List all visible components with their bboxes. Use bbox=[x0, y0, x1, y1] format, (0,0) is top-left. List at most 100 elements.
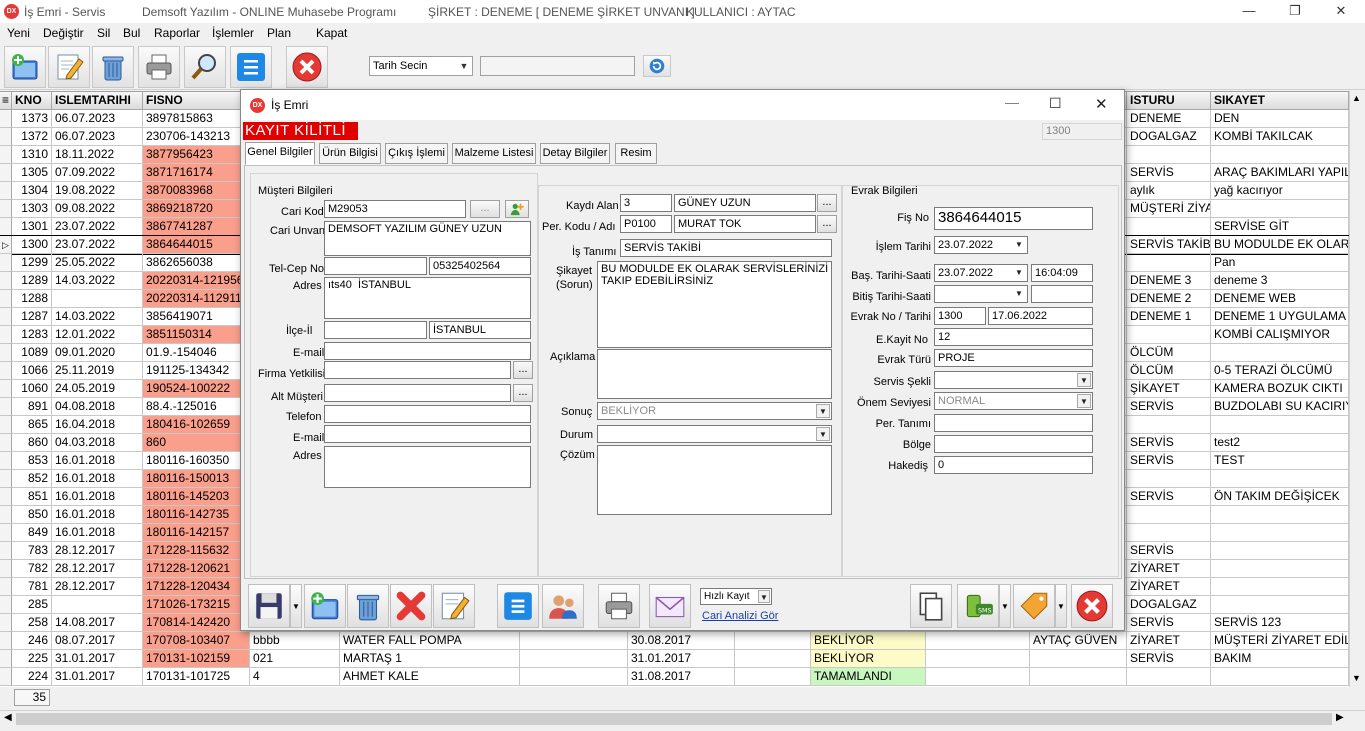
row-indicator[interactable] bbox=[0, 560, 12, 578]
cell-kno[interactable]: 1305 bbox=[12, 164, 52, 182]
sonuc-select[interactable]: BEKLİYOR ▼ bbox=[597, 402, 832, 420]
cell-sikayet[interactable] bbox=[1211, 524, 1349, 542]
cell-kno[interactable]: 1373 bbox=[12, 110, 52, 128]
menu-sil[interactable]: Sil bbox=[97, 26, 110, 40]
cell-kno[interactable]: 225 bbox=[12, 650, 52, 668]
email-2-input[interactable] bbox=[324, 425, 531, 443]
scroll-right-icon[interactable]: ▶ bbox=[1336, 712, 1344, 723]
cell-fisno[interactable]: 171228-115632 bbox=[143, 542, 250, 560]
quick-save-select[interactable]: Hızlı Kayıt ▼ bbox=[700, 588, 772, 605]
cozum-input[interactable] bbox=[597, 445, 832, 515]
cell-islemtarihi[interactable]: 28.12.2017 bbox=[52, 542, 143, 560]
add-customer-button[interactable] bbox=[505, 200, 529, 218]
cell-fisno[interactable]: 191125-134342 bbox=[143, 362, 250, 380]
cell-sikayet[interactable] bbox=[1211, 560, 1349, 578]
cell-islemtarihi[interactable]: 19.08.2022 bbox=[52, 182, 143, 200]
cell-islemtarihi[interactable]: 14.03.2022 bbox=[52, 272, 143, 290]
column-header-islemtarihi[interactable]: ISLEMTARIHI bbox=[52, 92, 143, 110]
cell-fisno[interactable]: 171228-120434 bbox=[143, 578, 250, 596]
cell-fisno[interactable]: 3877956423 bbox=[143, 146, 250, 164]
cell-kno[interactable]: 1303 bbox=[12, 200, 52, 218]
cell-islemtarihi[interactable]: 09.08.2022 bbox=[52, 200, 143, 218]
table-row[interactable]: 246 08.07.2017 170708-103407 bbbb WATER FALL… bbox=[0, 632, 1349, 650]
cell-sikayet[interactable] bbox=[1211, 146, 1349, 164]
onem-seviyesi-select[interactable]: NORMAL ▼ bbox=[934, 392, 1093, 410]
cell-fis[interactable]: 170131-101725 bbox=[143, 668, 250, 686]
cari-kod-browse-button[interactable]: ... bbox=[470, 200, 500, 218]
cell-fisno[interactable]: 3871716174 bbox=[143, 164, 250, 182]
firma-yetkilisi-input[interactable] bbox=[324, 361, 511, 379]
cell-isturu[interactable] bbox=[1127, 524, 1211, 542]
row-indicator[interactable] bbox=[0, 308, 12, 326]
cell-isturu[interactable]: ÖLCÜM bbox=[1127, 344, 1211, 362]
dialog-print-button[interactable] bbox=[598, 584, 640, 628]
cell-fisno[interactable]: 180116-150013 bbox=[143, 470, 250, 488]
cell-sikayet[interactable]: 0-5 TERAZİ ÖLCÜMÜ bbox=[1211, 362, 1349, 380]
firma-yetkilisi-browse-button[interactable]: ... bbox=[513, 361, 533, 379]
cell-islemtarihi[interactable]: 16.01.2018 bbox=[52, 452, 143, 470]
bolge-input[interactable] bbox=[934, 435, 1093, 453]
cell-kno[interactable]: 1299 bbox=[12, 254, 52, 272]
cell-islemtarihi[interactable]: 16.04.2018 bbox=[52, 416, 143, 434]
cell-fisno[interactable]: 88.4.-125016 bbox=[143, 398, 250, 416]
cell-islemtarihi[interactable]: 06.07.2023 bbox=[52, 110, 143, 128]
cell-sikayet[interactable]: ARAÇ BAKIMLARI YAPILCAK bbox=[1211, 164, 1349, 182]
row-indicator[interactable] bbox=[0, 146, 12, 164]
cell-c4[interactable]: bbbb bbox=[250, 632, 340, 650]
cell-kno[interactable]: 1372 bbox=[12, 128, 52, 146]
evrak-turu-input[interactable]: PROJE bbox=[934, 349, 1093, 367]
cell-kno[interactable]: 1066 bbox=[12, 362, 52, 380]
cell-sikayet[interactable] bbox=[1211, 344, 1349, 362]
cell-sikayet[interactable] bbox=[1211, 416, 1349, 434]
dialog-close-icon[interactable]: ✕ bbox=[1095, 95, 1108, 113]
grid-column-selector[interactable]: ≡ bbox=[0, 92, 12, 110]
cari-kod-input[interactable]: M29053 bbox=[324, 200, 466, 218]
cell-c8[interactable] bbox=[735, 632, 811, 650]
cell-kno[interactable]: 1289 bbox=[12, 272, 52, 290]
cell-isturu[interactable]: SERVİS bbox=[1127, 434, 1211, 452]
cell-c7[interactable]: 31.08.2017 bbox=[628, 668, 735, 686]
cell-kno[interactable]: 891 bbox=[12, 398, 52, 416]
tab-malzeme-listesi[interactable]: Malzeme Listesi bbox=[452, 143, 536, 164]
customer-analysis-link[interactable]: Cari Analizi Gör bbox=[702, 610, 778, 622]
dialog-new-button[interactable] bbox=[304, 584, 346, 628]
cell-c5[interactable]: WATER FALL POMPA bbox=[340, 632, 520, 650]
ekayit-no-input[interactable]: 12 bbox=[934, 328, 1093, 346]
cell-fisno[interactable]: 3869218720 bbox=[143, 200, 250, 218]
cell-kno[interactable]: 860 bbox=[12, 434, 52, 452]
cell-isturu[interactable] bbox=[1127, 146, 1211, 164]
ilce-input[interactable] bbox=[324, 321, 427, 339]
cell-isturu[interactable] bbox=[1127, 416, 1211, 434]
cell-tur[interactable]: ZİYARET bbox=[1127, 632, 1211, 650]
cell-fisno[interactable]: 20220314-112911 bbox=[143, 290, 250, 308]
cell-fisno[interactable]: 3856419071 bbox=[143, 308, 250, 326]
cell-isturu[interactable]: DENEME 2 bbox=[1127, 290, 1211, 308]
cell-islemtarihi[interactable] bbox=[52, 596, 143, 614]
cell-kno[interactable]: 258 bbox=[12, 614, 52, 632]
menu-raporlar[interactable]: Raporlar bbox=[154, 26, 200, 40]
table-row[interactable]: 225 31.01.2017 170131-102159 021 MARTAŞ 1 31.… bbox=[0, 650, 1349, 668]
cell-date[interactable]: 31.01.2017 bbox=[52, 650, 143, 668]
cell-isturu[interactable] bbox=[1127, 254, 1211, 272]
sms-options-dropdown[interactable]: ▼ bbox=[999, 584, 1011, 628]
cell-kno[interactable]: 1060 bbox=[12, 380, 52, 398]
cell-sikayet[interactable]: SERVİS 123 bbox=[1211, 614, 1349, 632]
alt-musteri-browse-button[interactable]: ... bbox=[513, 384, 533, 402]
cell-islemtarihi[interactable]: 04.03.2018 bbox=[52, 434, 143, 452]
row-indicator[interactable] bbox=[0, 596, 12, 614]
cell-islemtarihi[interactable]: 16.01.2018 bbox=[52, 506, 143, 524]
menu-yeni[interactable]: Yeni bbox=[7, 26, 30, 40]
recorder-name-input[interactable]: GÜNEY UZUN bbox=[674, 194, 816, 212]
scroll-left-icon[interactable]: ◀ bbox=[4, 712, 12, 723]
cari-unvan-input[interactable]: DEMSOFT YAZILIM GÜNEY UZUN bbox=[324, 221, 531, 256]
cell-c5[interactable]: AHMET KALE bbox=[340, 668, 520, 686]
cell-sik[interactable]: MÜŞTERİ ZİYARET EDİLDİ bbox=[1211, 632, 1349, 650]
cell-fisno[interactable]: 171026-173215 bbox=[143, 596, 250, 614]
cell-c10[interactable] bbox=[926, 632, 1030, 650]
tel-input[interactable] bbox=[324, 257, 427, 275]
cell-kno[interactable]: 1288 bbox=[12, 290, 52, 308]
cell-kno[interactable]: 224 bbox=[12, 668, 52, 686]
close-form-button[interactable] bbox=[286, 46, 328, 88]
menu-degistir[interactable]: Değiştir bbox=[43, 26, 84, 40]
cell-isturu[interactable]: SERVİS bbox=[1127, 164, 1211, 182]
